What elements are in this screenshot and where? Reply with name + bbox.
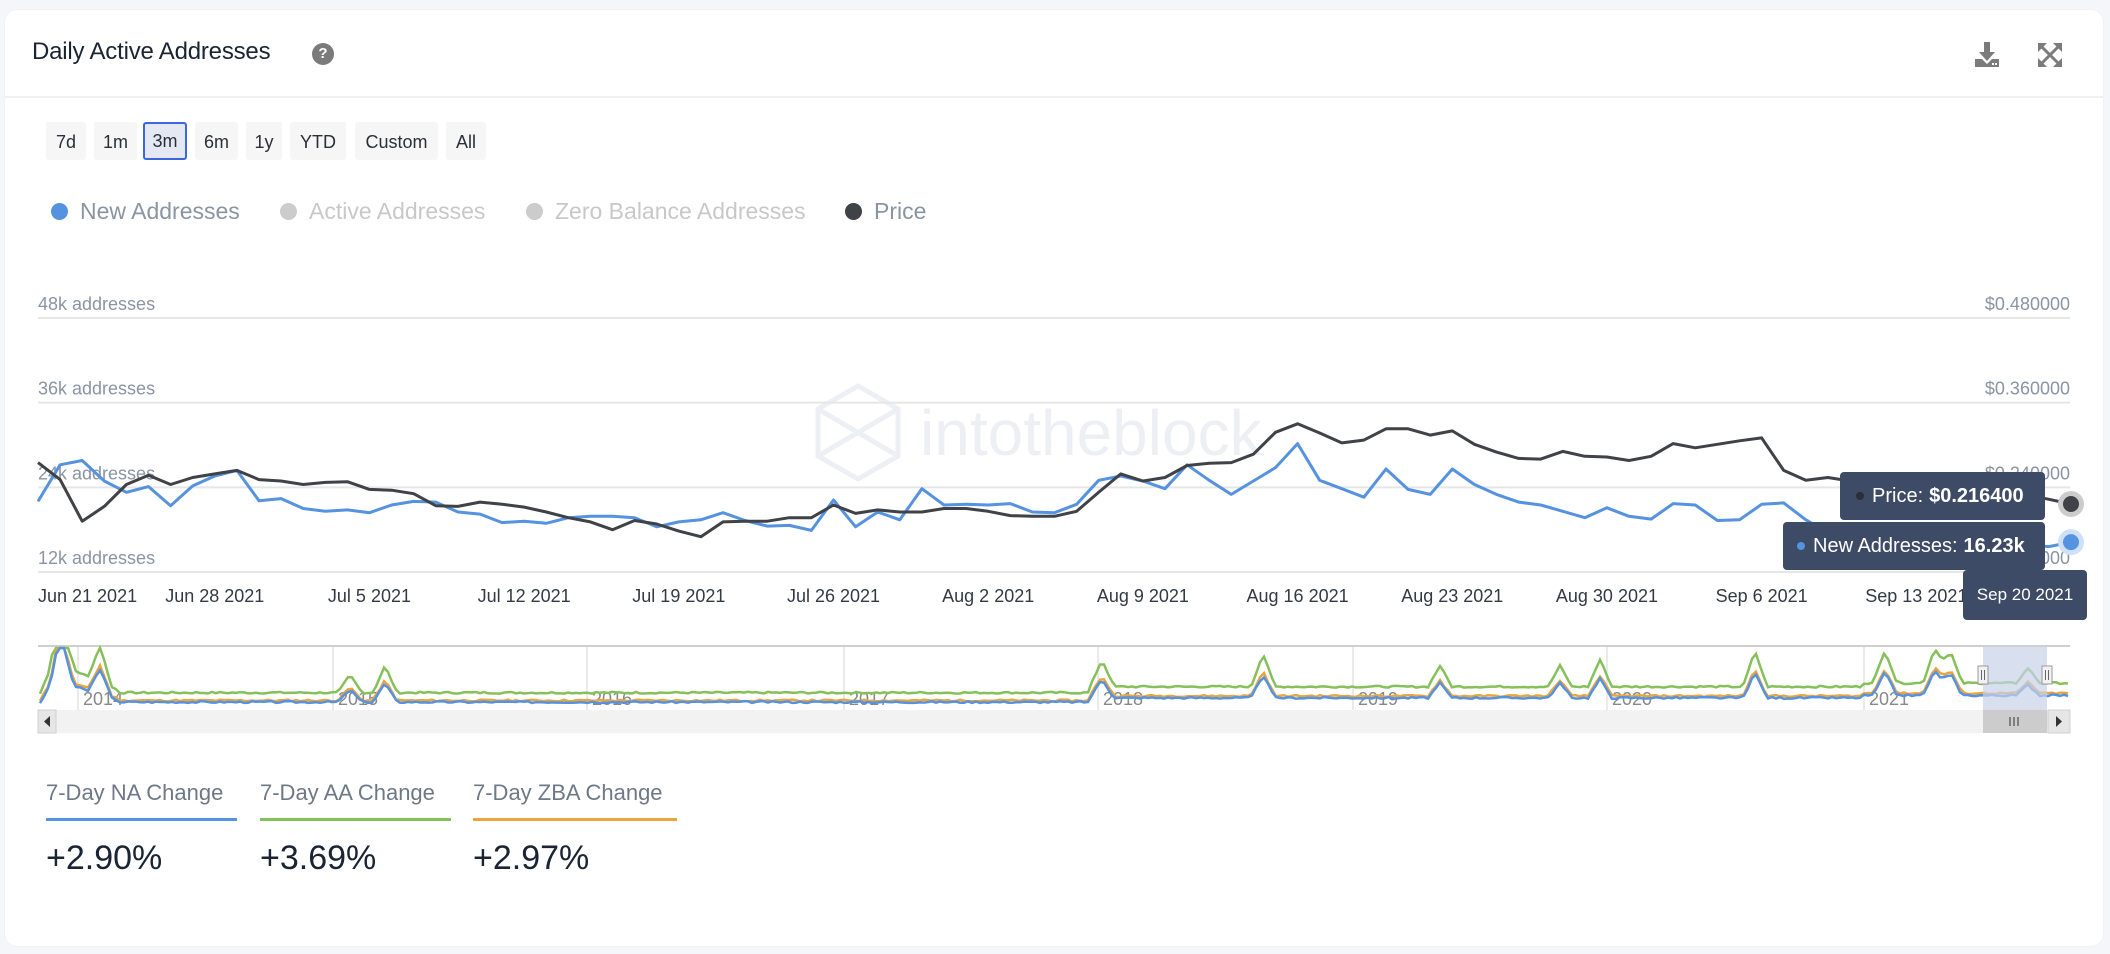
stat-underline <box>473 818 677 821</box>
stat-label: 7-Day ZBA Change <box>473 780 663 805</box>
stat-value: +2.90% <box>46 839 163 877</box>
hover-point-new-addresses <box>2063 534 2079 551</box>
x-tick-label: Jul 26 2021 <box>787 586 880 606</box>
stat-value: +2.97% <box>473 839 590 877</box>
navigator[interactable]: 2014 2015 2016 2017 2018 2019 2020 2021 <box>37 644 2071 734</box>
x-tick-label: Aug 2 2021 <box>942 586 1034 606</box>
x-tick-label: Jun 21 2021 <box>38 586 137 606</box>
stat-na-change: 7-Day NA Change +2.90% <box>46 780 237 878</box>
y-tick-label-right: $0.480000 <box>1985 294 2070 314</box>
scrollbar-left-button[interactable] <box>37 709 57 734</box>
stat-zba-change: 7-Day ZBA Change +2.97% <box>473 780 677 878</box>
y-tick-label-right: $0.360000 <box>1985 379 2070 399</box>
tooltip-date: Sep 20 2021 <box>1963 570 2087 620</box>
scrollbar-track[interactable] <box>38 710 2070 733</box>
hover-markers <box>2058 490 2084 556</box>
watermark-text: intotheblock <box>920 397 1263 469</box>
navigator-selection[interactable] <box>1983 647 2047 710</box>
x-tick-label: Jul 12 2021 <box>478 586 571 606</box>
stat-value: +3.69% <box>260 839 377 877</box>
y-axis-left: 12k addresses24k addresses36k addresses4… <box>38 294 155 568</box>
tooltip-price-value: $0.216400 <box>1929 484 2024 507</box>
x-tick-label: Sep 13 2021 <box>1865 586 1967 606</box>
navigator-series <box>38 644 2069 705</box>
x-tick-label: Sep 6 2021 <box>1716 586 1808 606</box>
tooltip-na-value: 16.23k <box>1963 534 2025 557</box>
stat-underline <box>260 818 451 821</box>
x-tick-label: Jun 28 2021 <box>165 586 264 606</box>
stat-label: 7-Day NA Change <box>46 780 224 805</box>
stat-aa-change: 7-Day AA Change +3.69% <box>260 780 451 878</box>
x-tick-label: Aug 23 2021 <box>1401 586 1503 606</box>
x-tick-label: Aug 16 2021 <box>1247 586 1349 606</box>
scrollbar-thumb[interactable] <box>1983 710 2047 733</box>
scrollbar-right-button[interactable] <box>2047 709 2071 734</box>
navigator-handle-left[interactable] <box>1977 665 1989 685</box>
x-tick-label: Jul 5 2021 <box>328 586 411 606</box>
watermark-logo-icon <box>815 383 901 482</box>
x-axis: Jun 21 2021 Jun 28 2021 Jul 5 2021 Jul 12 2… <box>38 586 1967 606</box>
navigator-handle-right[interactable] <box>2041 665 2053 685</box>
hover-point-price <box>2063 495 2079 512</box>
stat-label: 7-Day AA Change <box>260 780 435 805</box>
x-tick-label: Aug 30 2021 <box>1556 586 1658 606</box>
y-tick-label-left: 48k addresses <box>38 294 155 314</box>
x-tick-label: Jul 19 2021 <box>632 586 725 606</box>
y-tick-label-left: 36k addresses <box>38 379 155 399</box>
tooltip-new-addresses: New Addresses: 16.23k <box>1783 522 2045 570</box>
stat-underline <box>46 818 237 821</box>
y-tick-label-left: 12k addresses <box>38 548 155 568</box>
x-tick-label: Aug 9 2021 <box>1097 586 1189 606</box>
tooltip-price: Price: $0.216400 <box>1840 472 2045 520</box>
tooltip-dot-price <box>1856 492 1864 500</box>
tooltip-price-label: Price: <box>1872 484 1924 507</box>
tooltip-na-label: New Addresses: <box>1813 534 1958 557</box>
tooltip-dot-new-addresses <box>1797 542 1805 550</box>
